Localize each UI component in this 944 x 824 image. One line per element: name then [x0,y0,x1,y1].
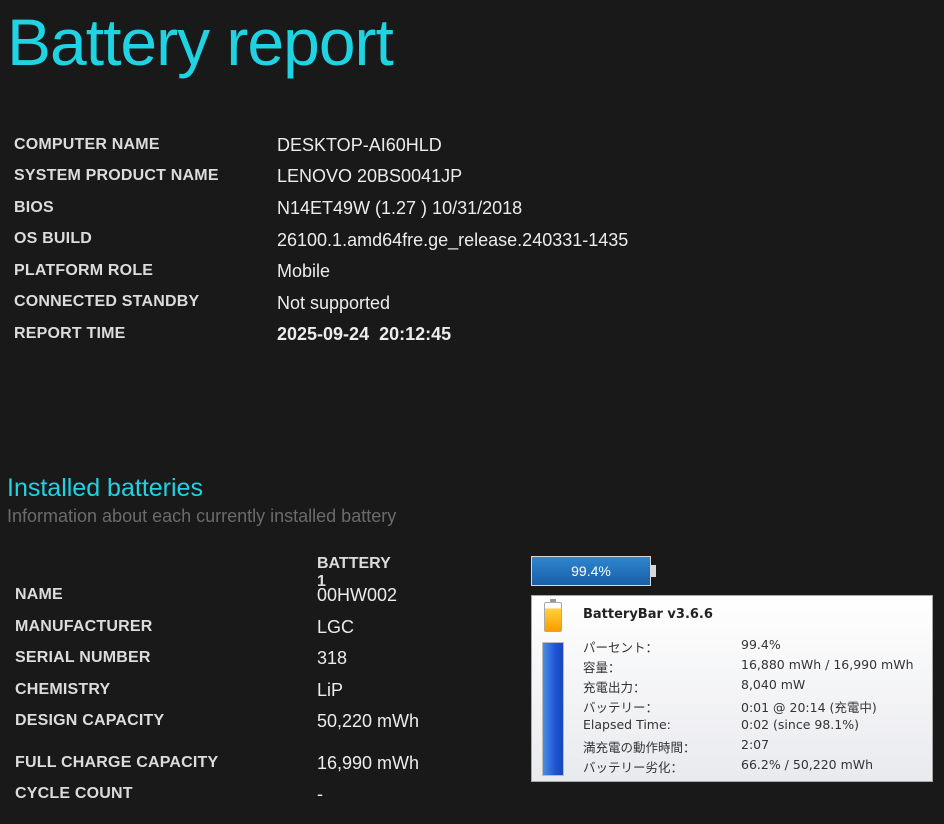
info-value: LENOVO 20BS0041JP [277,166,463,186]
battery-value: LGC [317,617,355,637]
installed-batteries-subtitle: Information about each currently install… [7,506,397,526]
battery-label: CHEMISTRY [15,681,111,698]
tooltip-key: Elapsed Time: [583,717,671,732]
battery-value: 16,990 mWh [317,753,420,773]
info-value: DESKTOP-AI60HLD [277,135,442,155]
tooltip-value: 8,040 mW [741,677,806,692]
tooltip-key: バッテリー： [583,700,659,715]
battery-label: DESIGN CAPACITY [15,712,165,729]
tooltip-value: 99.4% [741,637,781,652]
battery-value: 00HW002 [317,585,398,605]
tooltip-key: バッテリー劣化： [583,760,684,775]
info-label: OS BUILD [14,230,93,247]
batterybar-meter[interactable]: 99.4% [531,556,651,586]
info-value: N14ET49W (1.27 ) 10/31/2018 [277,198,523,218]
battery-label: NAME [15,586,63,603]
battery-label: SERIAL NUMBER [15,649,151,666]
info-label: COMPUTER NAME [14,136,160,153]
installed-batteries-heading: Installed batteries [7,474,203,502]
tooltip-value: 0:01 @ 20:14 (充電中) [741,700,877,715]
info-value: 26100.1.amd64fre.ge_release.240331-1435 [277,230,629,250]
battery-value: - [317,784,323,804]
battery-label: CYCLE COUNT [15,785,133,802]
tooltip-key: 満充電の動作時間： [583,740,696,755]
info-value: 2025-09-24 20:12:45 [277,324,452,344]
info-label: PLATFORM ROLE [14,262,154,279]
info-label: CONNECTED STANDBY [14,293,200,310]
info-value: Not supported [277,293,391,313]
battery-value: 50,220 mWh [317,711,420,731]
batterybar-app-name: BatteryBar v3.6.6 [583,607,713,622]
tooltip-key: 容量： [583,660,621,675]
battery-level-bar [542,642,564,776]
battery-value: 318 [317,648,348,668]
tooltip-value: 66.2% / 50,220 mWh [741,757,874,772]
info-label: SYSTEM PRODUCT NAME [14,167,219,184]
page-title: Battery report [7,5,394,79]
tooltip-value: 16,880 mWh / 16,990 mWh [741,657,914,672]
batterybar-terminal [651,565,656,577]
battery-label: MANUFACTURER [15,618,153,635]
tooltip-key: パーセント： [583,640,659,655]
info-label: BIOS [14,199,54,216]
info-label: REPORT TIME [14,325,126,342]
battery-value: LiP [317,680,344,700]
tooltip-value: 0:02 (since 98.1%) [741,717,859,732]
info-value: Mobile [277,261,331,281]
tooltip-value: 2:07 [741,737,770,752]
tooltip-key: 充電出力： [583,680,646,695]
battery-icon [544,599,562,632]
batterybar-tooltip: BatteryBar v3.6.6 パーセント： 99.4% 容量： 16,88… [531,595,933,782]
battery-label: FULL CHARGE CAPACITY [15,754,219,771]
batterybar-percent: 99.4% [571,563,611,579]
